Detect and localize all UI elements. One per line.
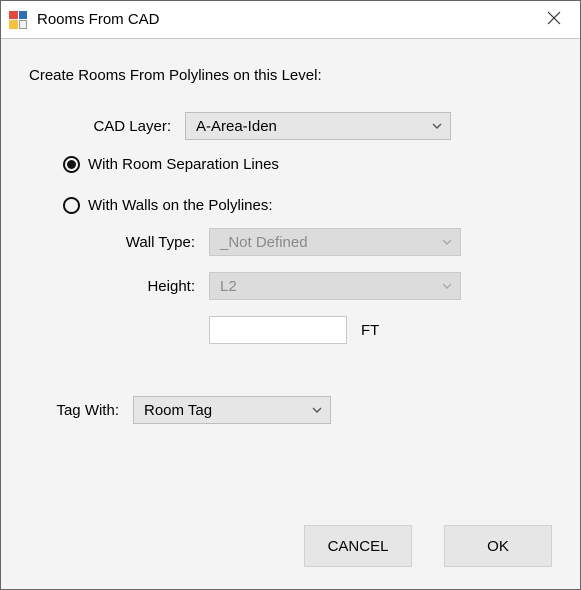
cad-layer-value: A-Area-Iden bbox=[196, 118, 277, 135]
dialog-body: Create Rooms From Polylines on this Leve… bbox=[1, 39, 580, 589]
with-walls-label: With Walls on the Polylines: bbox=[88, 197, 273, 214]
ok-button-label: OK bbox=[487, 538, 509, 555]
cad-layer-select[interactable]: A-Area-Iden bbox=[185, 112, 451, 140]
chevron-down-icon bbox=[432, 121, 442, 131]
wall-type-select: _Not Defined bbox=[209, 228, 461, 256]
tag-with-select[interactable]: Room Tag bbox=[133, 396, 331, 424]
rooms-from-cad-dialog: Rooms From CAD Create Rooms From Polylin… bbox=[0, 0, 581, 590]
height-value: L2 bbox=[220, 278, 237, 295]
with-walls-radio[interactable]: With Walls on the Polylines: bbox=[63, 197, 552, 214]
prompt-text: Create Rooms From Polylines on this Leve… bbox=[29, 67, 552, 84]
radio-icon bbox=[63, 156, 80, 173]
height-input[interactable] bbox=[209, 316, 347, 344]
chevron-down-icon bbox=[312, 405, 322, 415]
wall-type-value: _Not Defined bbox=[220, 234, 308, 251]
tag-with-value: Room Tag bbox=[144, 402, 212, 419]
chevron-down-icon bbox=[442, 237, 452, 247]
cad-layer-label: CAD Layer: bbox=[55, 118, 185, 135]
cad-layer-row: CAD Layer: A-Area-Iden bbox=[55, 112, 552, 140]
tag-with-row: Tag With: Room Tag bbox=[29, 396, 552, 424]
height-value-row: FT bbox=[103, 316, 552, 344]
close-icon bbox=[547, 11, 561, 29]
close-button[interactable] bbox=[532, 1, 576, 38]
radio-icon bbox=[63, 197, 80, 214]
unit-label: FT bbox=[361, 322, 379, 339]
wall-type-label: Wall Type: bbox=[103, 234, 209, 251]
ok-button[interactable]: OK bbox=[444, 525, 552, 567]
cancel-button[interactable]: CANCEL bbox=[304, 525, 412, 567]
button-row: CANCEL OK bbox=[304, 525, 552, 567]
tag-with-label: Tag With: bbox=[29, 402, 133, 419]
cancel-button-label: CANCEL bbox=[328, 538, 389, 555]
wall-type-row: Wall Type: _Not Defined bbox=[103, 228, 552, 256]
height-row: Height: L2 bbox=[103, 272, 552, 300]
with-separation-lines-label: With Room Separation Lines bbox=[88, 156, 279, 173]
app-icon bbox=[9, 11, 27, 29]
chevron-down-icon bbox=[442, 281, 452, 291]
window-title: Rooms From CAD bbox=[37, 11, 532, 28]
height-label: Height: bbox=[103, 278, 209, 295]
height-select: L2 bbox=[209, 272, 461, 300]
titlebar: Rooms From CAD bbox=[1, 1, 580, 39]
with-separation-lines-radio[interactable]: With Room Separation Lines bbox=[63, 156, 552, 173]
